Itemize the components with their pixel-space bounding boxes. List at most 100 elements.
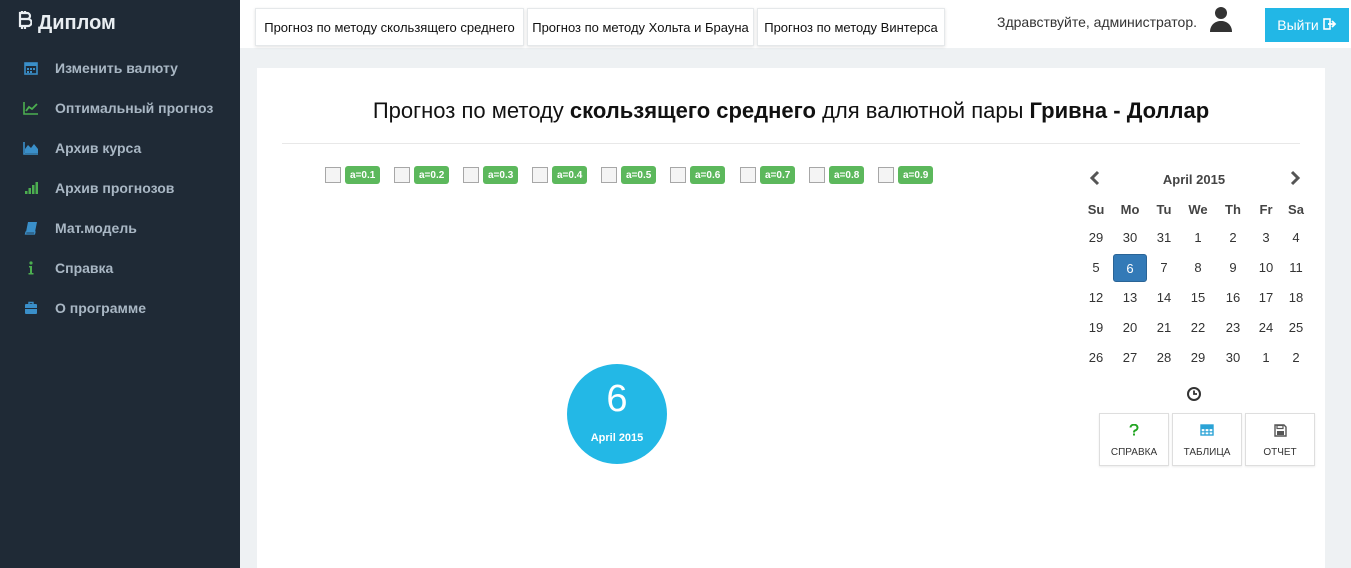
title-part: для валютной пары xyxy=(815,98,1030,123)
calendar-day[interactable]: 11 xyxy=(1279,254,1313,282)
alpha-label: a=0.2 xyxy=(414,166,450,184)
chevron-left-icon[interactable] xyxy=(1087,170,1103,186)
calendar-day[interactable]: 12 xyxy=(1079,284,1113,312)
sidebar-item-label: Архив курса xyxy=(55,140,142,156)
sidebar-item-rate-archive[interactable]: Архив курса xyxy=(0,128,240,168)
sidebar-item-optimal-forecast[interactable]: Оптимальный прогноз xyxy=(0,88,240,128)
main-panel: Прогноз по методу скользящего среднего д… xyxy=(257,68,1325,568)
alpha-label: a=0.3 xyxy=(483,166,519,184)
calendar-day[interactable]: 13 xyxy=(1113,284,1147,312)
alpha-option-0.1[interactable]: a=0.1 xyxy=(325,166,381,184)
calendar-header: April 2015 xyxy=(1079,164,1309,194)
sidebar-item-label: Справка xyxy=(55,260,114,276)
alpha-label: a=0.7 xyxy=(760,166,796,184)
calendar-day[interactable]: 31 xyxy=(1147,224,1181,252)
calendar-day[interactable]: 24 xyxy=(1249,314,1283,342)
sidebar-item-change-currency[interactable]: Изменить валюту xyxy=(0,48,240,88)
alpha-option-0.9[interactable]: a=0.9 xyxy=(878,166,934,184)
page-title: Прогноз по методу скользящего среднего д… xyxy=(257,98,1325,124)
calendar-day[interactable]: 29 xyxy=(1181,344,1215,372)
line-chart-icon xyxy=(22,99,40,117)
alpha-checkbox[interactable] xyxy=(394,167,410,183)
alpha-option-0.5[interactable]: a=0.5 xyxy=(601,166,657,184)
sidebar-item-about[interactable]: О программе xyxy=(0,288,240,328)
alpha-label: a=0.5 xyxy=(621,166,657,184)
report-button[interactable]: ОТЧЕТ xyxy=(1245,413,1315,466)
alpha-option-0.6[interactable]: a=0.6 xyxy=(670,166,726,184)
calendar-day[interactable]: 1 xyxy=(1181,224,1215,252)
calendar-day[interactable]: 30 xyxy=(1216,344,1250,372)
calendar-day[interactable]: 29 xyxy=(1079,224,1113,252)
table-button[interactable]: ТАБЛИЦА xyxy=(1172,413,1242,466)
alpha-label: a=0.8 xyxy=(829,166,865,184)
alpha-checkbox[interactable] xyxy=(670,167,686,183)
calendar-day[interactable]: 7 xyxy=(1147,254,1181,282)
calendar-day[interactable]: 26 xyxy=(1079,344,1113,372)
alpha-checkbox[interactable] xyxy=(809,167,825,183)
calendar-day[interactable]: 27 xyxy=(1113,344,1147,372)
calendar-day[interactable]: 14 xyxy=(1147,284,1181,312)
alpha-label: a=0.9 xyxy=(898,166,934,184)
alpha-option-0.2[interactable]: a=0.2 xyxy=(394,166,450,184)
calendar-day[interactable]: 19 xyxy=(1079,314,1113,342)
area-chart-icon xyxy=(22,139,40,157)
calendar-day[interactable]: 18 xyxy=(1279,284,1313,312)
calendar-day[interactable]: 9 xyxy=(1216,254,1250,282)
alpha-label: a=0.4 xyxy=(552,166,588,184)
calendar-day[interactable]: 30 xyxy=(1113,224,1147,252)
calendar-day[interactable]: 22 xyxy=(1181,314,1215,342)
table-button-label: ТАБЛИЦА xyxy=(1183,447,1231,458)
calendar-day[interactable]: 6 xyxy=(1113,254,1147,282)
calendar-day[interactable]: 17 xyxy=(1249,284,1283,312)
weekday-header: Fr xyxy=(1259,202,1273,217)
chevron-right-icon[interactable] xyxy=(1287,170,1303,186)
calendar-icon xyxy=(22,59,40,77)
alpha-checkbox[interactable] xyxy=(740,167,756,183)
sidebar-item-math-model[interactable]: Мат.модель xyxy=(0,208,240,248)
alpha-checkbox[interactable] xyxy=(325,167,341,183)
selected-day: 6 xyxy=(606,378,628,420)
calendar-day[interactable]: 8 xyxy=(1181,254,1215,282)
calendar-day[interactable]: 5 xyxy=(1079,254,1113,282)
alpha-checkbox[interactable] xyxy=(532,167,548,183)
alpha-checkbox[interactable] xyxy=(463,167,479,183)
calendar-day[interactable]: 20 xyxy=(1113,314,1147,342)
alpha-label: a=0.1 xyxy=(345,166,381,184)
weekday-header: We xyxy=(1188,202,1208,217)
selected-month-year: April 2015 xyxy=(590,432,644,444)
calendar-day[interactable]: 2 xyxy=(1279,344,1313,372)
calendar-day[interactable]: 23 xyxy=(1216,314,1250,342)
alpha-option-0.3[interactable]: a=0.3 xyxy=(463,166,519,184)
user-icon[interactable] xyxy=(1208,5,1234,33)
calendar-day[interactable]: 15 xyxy=(1181,284,1215,312)
report-button-label: ОТЧЕТ xyxy=(1263,447,1297,458)
calendar-day[interactable]: 3 xyxy=(1249,224,1283,252)
logout-button[interactable]: Выйти xyxy=(1265,8,1349,42)
tab-winters[interactable]: Прогноз по методу Винтерса xyxy=(757,8,945,46)
tab-holt-brown[interactable]: Прогноз по методу Хольта и Брауна xyxy=(527,8,754,46)
calendar-day[interactable]: 2 xyxy=(1216,224,1250,252)
bitcoin-icon xyxy=(18,10,33,36)
calendar-day[interactable]: 10 xyxy=(1249,254,1283,282)
calendar-day[interactable]: 25 xyxy=(1279,314,1313,342)
clock-icon[interactable] xyxy=(1186,386,1202,402)
alpha-checkbox[interactable] xyxy=(601,167,617,183)
alpha-option-0.4[interactable]: a=0.4 xyxy=(532,166,588,184)
brand[interactable]: Диплом xyxy=(18,10,116,36)
calendar-title[interactable]: April 2015 xyxy=(1119,172,1269,187)
logout-label: Выйти xyxy=(1277,17,1319,33)
sidebar-item-help[interactable]: Справка xyxy=(0,248,240,288)
sidebar-item-forecast-archive[interactable]: Архив прогнозов xyxy=(0,168,240,208)
top-bar: Прогноз по методу скользящего среднего П… xyxy=(240,0,1351,48)
calendar-day[interactable]: 21 xyxy=(1147,314,1181,342)
calendar-day[interactable]: 16 xyxy=(1216,284,1250,312)
help-button[interactable]: СПРАВКА xyxy=(1099,413,1169,466)
alpha-option-0.7[interactable]: a=0.7 xyxy=(740,166,796,184)
alpha-checkbox[interactable] xyxy=(878,167,894,183)
calendar-day[interactable]: 1 xyxy=(1249,344,1283,372)
alpha-option-0.8[interactable]: a=0.8 xyxy=(809,166,865,184)
calendar-day[interactable]: 4 xyxy=(1279,224,1313,252)
tab-moving-average[interactable]: Прогноз по методу скользящего среднего xyxy=(255,8,524,46)
sidebar-item-label: Мат.модель xyxy=(55,220,137,236)
calendar-day[interactable]: 28 xyxy=(1147,344,1181,372)
